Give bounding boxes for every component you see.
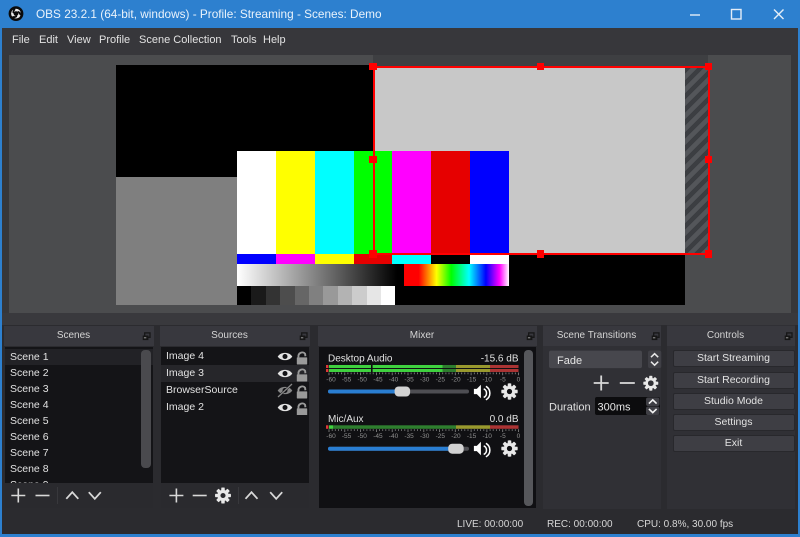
svg-text:-60: -60 bbox=[326, 377, 336, 384]
svg-text:Fade: Fade bbox=[557, 355, 582, 367]
svg-text:-15.6 dB: -15.6 dB bbox=[481, 354, 519, 365]
svg-text:-15: -15 bbox=[467, 433, 477, 440]
svg-text:-40: -40 bbox=[389, 377, 399, 384]
svg-text:-50: -50 bbox=[357, 433, 367, 440]
svg-text:-5: -5 bbox=[500, 377, 506, 384]
svg-text:-5: -5 bbox=[500, 433, 506, 440]
svg-text:-50: -50 bbox=[357, 377, 367, 384]
svg-text:-60: -60 bbox=[326, 433, 336, 440]
svg-text:-25: -25 bbox=[436, 433, 446, 440]
svg-text:-30: -30 bbox=[420, 377, 430, 384]
svg-text:-20: -20 bbox=[451, 433, 461, 440]
svg-text:-10: -10 bbox=[482, 377, 492, 384]
svg-text:Desktop Audio: Desktop Audio bbox=[328, 354, 393, 365]
svg-text:0: 0 bbox=[517, 377, 521, 384]
svg-text:-35: -35 bbox=[404, 433, 414, 440]
svg-text:-25: -25 bbox=[436, 377, 446, 384]
svg-text:-40: -40 bbox=[389, 433, 399, 440]
svg-text:0.0 dB: 0.0 dB bbox=[490, 414, 519, 425]
svg-text:-35: -35 bbox=[404, 377, 414, 384]
svg-text:300ms: 300ms bbox=[597, 402, 631, 414]
svg-text:-45: -45 bbox=[373, 433, 383, 440]
svg-text:0: 0 bbox=[517, 433, 521, 440]
svg-text:-45: -45 bbox=[373, 377, 383, 384]
svg-text:-55: -55 bbox=[342, 377, 352, 384]
svg-text:-10: -10 bbox=[482, 433, 492, 440]
svg-text:Duration: Duration bbox=[549, 402, 591, 414]
svg-text:-20: -20 bbox=[451, 377, 461, 384]
svg-text:-55: -55 bbox=[342, 433, 352, 440]
svg-text:-30: -30 bbox=[420, 433, 430, 440]
svg-text:Mic/Aux: Mic/Aux bbox=[328, 414, 364, 425]
svg-text:-15: -15 bbox=[467, 377, 477, 384]
